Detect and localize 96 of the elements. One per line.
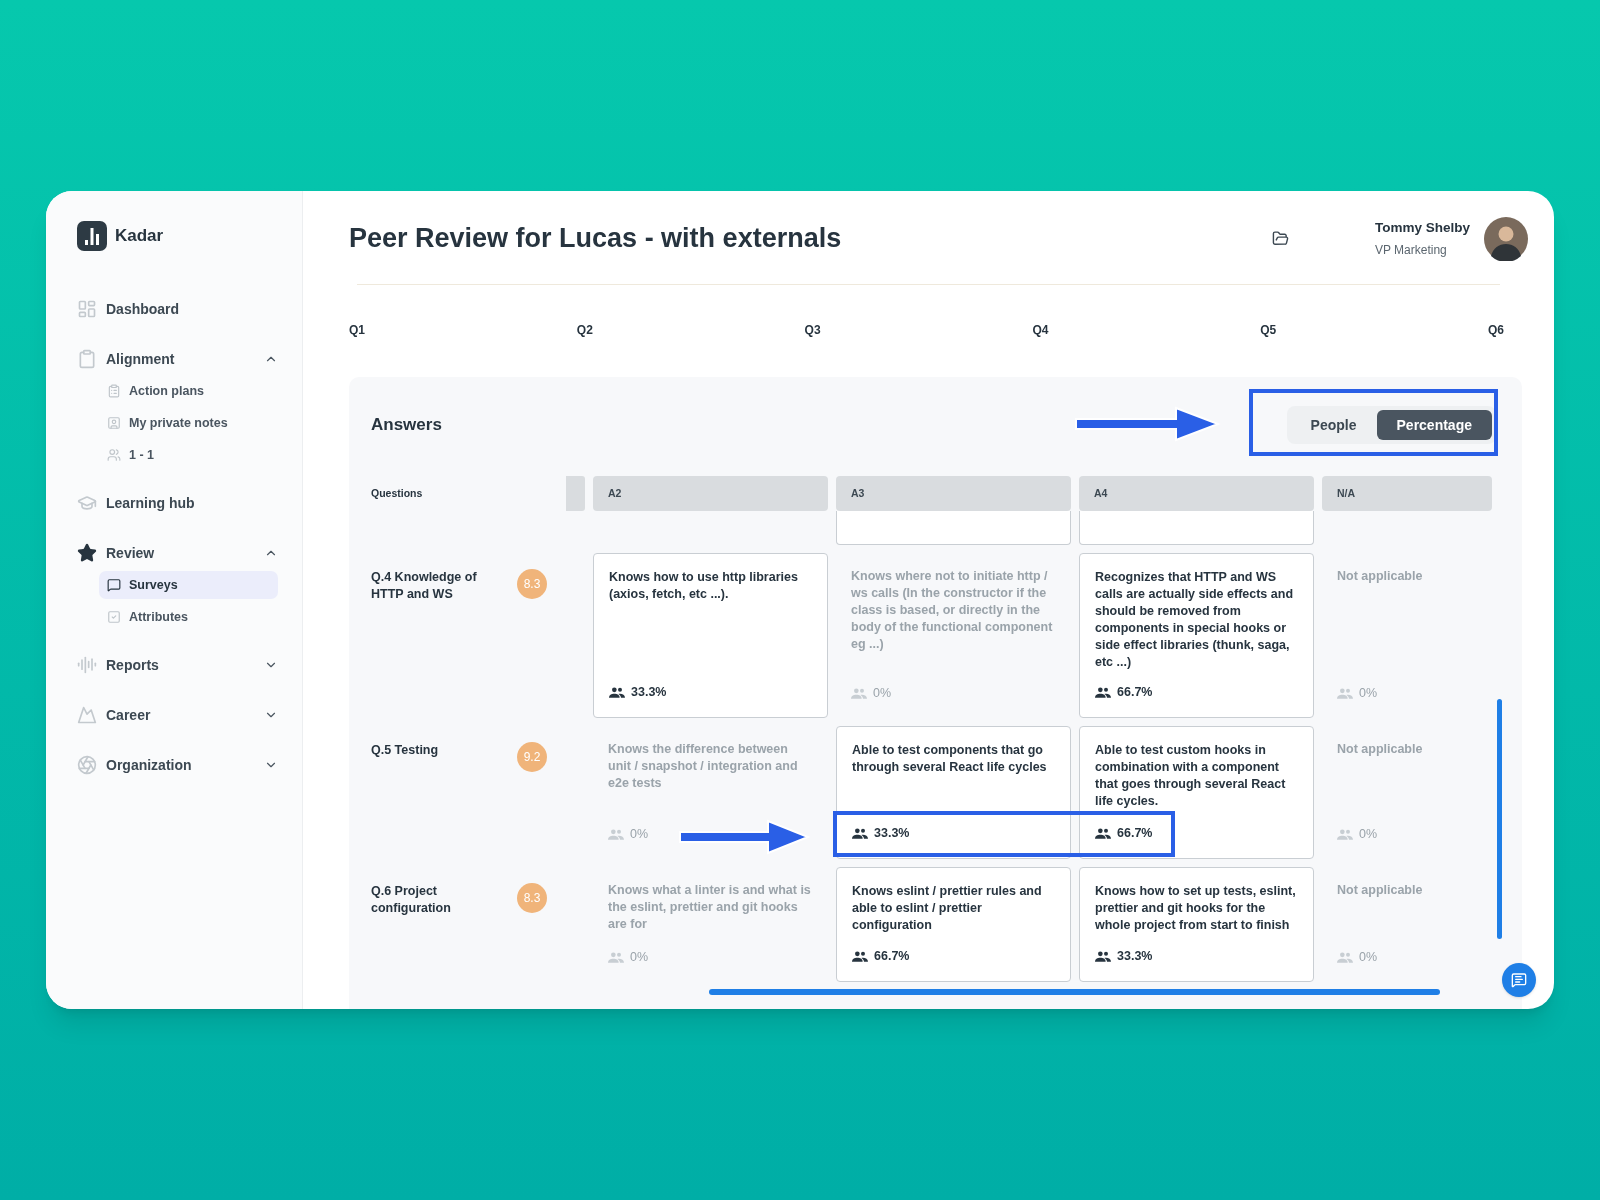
people-icon [1337,829,1353,841]
brand-name: Kadar [115,225,164,248]
people-icon [1337,952,1353,964]
question-tab[interactable]: Q6 [1488,321,1504,339]
nav-item[interactable]: Reports [77,651,278,679]
nav-item[interactable]: Dashboard [77,295,278,323]
score-badge: 9.2 [517,742,547,772]
clipboard-icon [77,349,97,369]
answer-share: 0% [1359,685,1378,703]
chat-icon [107,578,121,592]
graduation-cap-icon [77,493,97,513]
column-header: A3 [836,476,1071,511]
answer-share: 0% [1359,826,1378,844]
answer-text: Knows where not to initiate http / ws calls (In the constructor if the class is based, or directly in the body of the functional component eg ...) [851,568,1054,653]
question-label: Q.6 Project configuration [371,883,452,917]
column-header: N/A [1322,476,1492,511]
mountain-icon [77,705,97,725]
contact-icon [107,416,121,430]
user-name: Tommy Shelby [1374,218,1470,237]
people-icon [608,829,624,841]
column-heading: Questions [371,485,423,501]
people-icon [609,687,625,699]
answer-text: Not applicable [1337,882,1424,899]
nav-subitem[interactable]: My private notes [99,409,278,437]
aperture-icon [77,755,97,775]
user-role: VP Marketing [1374,242,1448,260]
answer-share: 0% [630,949,649,967]
answer-share: 33.3% [1117,948,1153,966]
score-badge: 8.3 [517,569,547,599]
column-header: A2 [593,476,828,511]
logo-icon [77,221,107,251]
question-label: Q.5 Testing [371,742,440,759]
answer-card[interactable]: Recognizes that HTTP and WS calls are actually side effects and should be removed from components in special hooks or side effect libraries (thunk, saga, etc ...) 66.7% [1079,553,1314,718]
star-icon [77,543,97,563]
folder-icon[interactable] [1271,230,1289,247]
question-tab[interactable]: Q3 [804,321,821,339]
avatar[interactable] [1484,216,1528,261]
answer-share: 33.3% [874,825,910,843]
column-header [566,476,585,511]
question-tab[interactable]: Q1 [349,321,365,339]
answer-card[interactable]: Able to test custom hooks in combination with a component that goes through several React life cycles. 66.7% [1079,726,1314,859]
column-header: A4 [1079,476,1314,511]
question-tab[interactable]: Q4 [1032,321,1049,339]
people-icon [1095,828,1111,840]
vertical-scrollbar[interactable] [1497,699,1502,939]
answer-text: Knows how to use http libraries (axios, fetch, etc ...). [609,569,799,603]
answer-share: 33.3% [631,684,667,702]
people-icon [608,952,624,964]
nav-item[interactable]: Review [77,539,278,567]
answer-card[interactable]: Knows how to use http libraries (axios, fetch, etc ...). 33.3% [593,553,828,718]
nav-subitem[interactable]: Surveys [99,571,278,599]
people-icon [1337,688,1353,700]
answer-text: Able to test custom hooks in combination with a component that goes through several React life cycles. [1095,742,1287,810]
nav-subitem[interactable]: 1 - 1 [99,441,278,469]
toggle-option[interactable]: Percentage [1376,410,1492,440]
answer-text: Not applicable [1337,741,1424,758]
question-tab[interactable]: Q5 [1260,321,1277,339]
answer-text: Able to test components that go through several React life cycles [852,742,1048,776]
audio-lines-icon [77,655,97,675]
answer-share: 66.7% [1117,825,1153,843]
answer-card[interactable]: Knows eslint / prettier rules and able to eslint / prettier configuration 66.7% [836,867,1071,982]
page-title: Peer Review for Lucas - with externals [349,222,843,256]
question-tab[interactable]: Q2 [576,321,593,339]
answer-text: Knows the difference between unit / snapshot / integration and e2e tests [608,741,799,792]
section-title: Answers [371,414,442,437]
answer-card[interactable]: Knows how to set up tests, eslint, prettier and git hooks for the whole project from start to finish 33.3% [1079,867,1314,982]
answer-text: Not applicable [1337,568,1424,585]
dashboard-icon [77,299,97,319]
people-icon [1095,687,1111,699]
chat-icon [1511,972,1527,988]
question-label: Q.4 Knowledge of HTTP and WS [371,569,478,603]
answer-share: 0% [873,685,892,703]
answer-share: 0% [1359,949,1378,967]
score-badge: 8.3 [517,883,547,913]
people-icon [107,448,121,462]
nav-item[interactable]: Learning hub [77,489,278,517]
clipboard-icon [107,384,121,398]
people-icon [852,828,868,840]
nav-item[interactable]: Career [77,701,278,729]
nav-item[interactable]: Organization [77,751,278,779]
toggle-option[interactable]: People [1290,410,1377,440]
answer-share: 66.7% [874,948,910,966]
answer-text: Knows eslint / prettier rules and able to eslint / prettier configuration [852,883,1043,934]
people-icon [1095,951,1111,963]
people-icon [852,951,868,963]
nav-subitem[interactable]: Attributes [99,603,278,631]
answer-share: 66.7% [1117,684,1153,702]
nav-item[interactable]: Alignment [77,345,278,373]
nav-subitem[interactable]: Action plans [99,377,278,405]
checklist-icon [107,610,121,624]
horizontal-scrollbar[interactable] [709,989,1440,995]
answer-text: Knows how to set up tests, eslint, prettier and git hooks for the whole project from start to finish [1095,883,1297,934]
answer-text: Knows what a linter is and what is the eslint, prettier and git hooks are for [608,882,812,933]
answer-share: 0% [630,826,649,844]
answer-text: Recognizes that HTTP and WS calls are actually side effects and should be removed from components in special hooks or side effect libraries (thunk, saga, etc ...) [1095,569,1295,671]
people-icon [851,688,867,700]
